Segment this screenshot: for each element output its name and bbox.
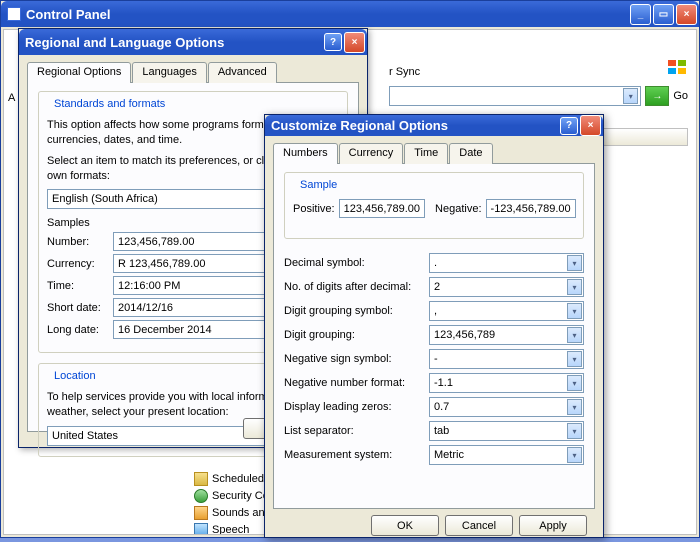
- tab-time[interactable]: Time: [404, 143, 448, 164]
- chevron-down-icon[interactable]: ▾: [567, 375, 582, 391]
- regional-titlebar[interactable]: Regional and Language Options ? ×: [19, 29, 367, 55]
- measurement-label: Measurement system:: [284, 449, 429, 461]
- neg-sign-combo[interactable]: -▾: [429, 349, 584, 369]
- tab-advanced[interactable]: Advanced: [208, 62, 277, 83]
- chevron-down-icon[interactable]: ▾: [567, 399, 582, 415]
- digits-after-label: No. of digits after decimal:: [284, 281, 429, 293]
- numbers-panel: Sample Positive: 123,456,789.00 Negative:…: [273, 163, 595, 509]
- customize-dialog: Customize Regional Options ? × Numbers C…: [264, 114, 604, 538]
- customize-tabstrip: Numbers Currency Time Date: [273, 142, 595, 163]
- chevron-down-icon[interactable]: ▾: [567, 255, 582, 271]
- scheduled-tasks-icon: [194, 472, 208, 486]
- close-button[interactable]: ×: [344, 32, 365, 53]
- close-button[interactable]: ×: [676, 4, 697, 25]
- number-label: Number:: [47, 236, 107, 248]
- help-button[interactable]: ?: [324, 33, 342, 51]
- grouping-combo[interactable]: 123,456,789▾: [429, 325, 584, 345]
- tab-date[interactable]: Date: [449, 143, 492, 164]
- sync-text: r Sync: [389, 66, 420, 78]
- neg-format-combo[interactable]: -1.1▾: [429, 373, 584, 393]
- regional-dialog-title: Regional and Language Options: [25, 35, 224, 50]
- sounds-icon: [194, 506, 208, 520]
- neg-format-label: Negative number format:: [284, 377, 429, 389]
- chevron-down-icon[interactable]: ▾: [567, 327, 582, 343]
- help-button[interactable]: ?: [560, 117, 578, 135]
- maximize-button[interactable]: ▭: [653, 4, 674, 25]
- chevron-down-icon[interactable]: ▾: [567, 303, 582, 319]
- negative-label: Negative:: [435, 203, 481, 215]
- control-panel-title: Control Panel: [26, 7, 111, 22]
- control-panel-titlebar[interactable]: Control Panel _ ▭ ×: [1, 1, 699, 27]
- longdate-label: Long date:: [47, 324, 107, 336]
- customize-dialog-title: Customize Regional Options: [271, 118, 448, 133]
- positive-sample: 123,456,789.00: [339, 199, 425, 218]
- close-button[interactable]: ×: [580, 115, 601, 136]
- measurement-combo[interactable]: Metric▾: [429, 445, 584, 465]
- decimal-symbol-combo[interactable]: .▾: [429, 253, 584, 273]
- ok-button[interactable]: OK: [371, 515, 439, 536]
- currency-label: Currency:: [47, 258, 107, 270]
- tab-languages[interactable]: Languages: [132, 62, 206, 83]
- tab-numbers[interactable]: Numbers: [273, 143, 338, 164]
- positive-label: Positive:: [293, 203, 335, 215]
- negative-sample: -123,456,789.00: [486, 199, 576, 218]
- chevron-down-icon[interactable]: ▾: [567, 351, 582, 367]
- chevron-down-icon[interactable]: ▾: [623, 88, 638, 104]
- cp-icon: [7, 7, 21, 21]
- list-sep-combo[interactable]: tab▾: [429, 421, 584, 441]
- shortdate-label: Short date:: [47, 302, 107, 314]
- tab-currency[interactable]: Currency: [339, 143, 404, 164]
- sample-legend: Sample: [297, 179, 340, 191]
- grouping-label: Digit grouping:: [284, 329, 429, 341]
- speech-icon: [194, 523, 208, 536]
- neg-sign-label: Negative sign symbol:: [284, 353, 429, 365]
- time-label: Time:: [47, 280, 107, 292]
- minimize-button[interactable]: _: [630, 4, 651, 25]
- cancel-button[interactable]: Cancel: [445, 515, 513, 536]
- regional-tabstrip: Regional Options Languages Advanced: [27, 61, 359, 82]
- standards-legend: Standards and formats: [51, 98, 168, 110]
- chevron-down-icon[interactable]: ▾: [567, 279, 582, 295]
- tab-regional-options[interactable]: Regional Options: [27, 62, 131, 83]
- go-button[interactable]: →: [645, 86, 669, 106]
- list-sep-label: List separator:: [284, 425, 429, 437]
- go-label: Go: [673, 90, 688, 102]
- group-symbol-combo[interactable]: ,▾: [429, 301, 584, 321]
- chevron-down-icon[interactable]: ▾: [567, 447, 582, 463]
- apply-button[interactable]: Apply: [519, 515, 587, 536]
- leading-zero-combo[interactable]: 0.7▾: [429, 397, 584, 417]
- address-combo[interactable]: ▾: [389, 86, 641, 106]
- chevron-down-icon[interactable]: ▾: [567, 423, 582, 439]
- group-symbol-label: Digit grouping symbol:: [284, 305, 429, 317]
- leading-zero-label: Display leading zeros:: [284, 401, 429, 413]
- location-legend: Location: [51, 370, 99, 382]
- decimal-symbol-label: Decimal symbol:: [284, 257, 429, 269]
- customize-titlebar[interactable]: Customize Regional Options ? ×: [265, 115, 603, 136]
- security-center-icon: [194, 489, 208, 503]
- digits-after-combo[interactable]: 2▾: [429, 277, 584, 297]
- addr-left: A: [8, 92, 15, 104]
- windows-flag-icon: [668, 60, 686, 74]
- sample-groupbox: Sample Positive: 123,456,789.00 Negative:…: [284, 172, 584, 239]
